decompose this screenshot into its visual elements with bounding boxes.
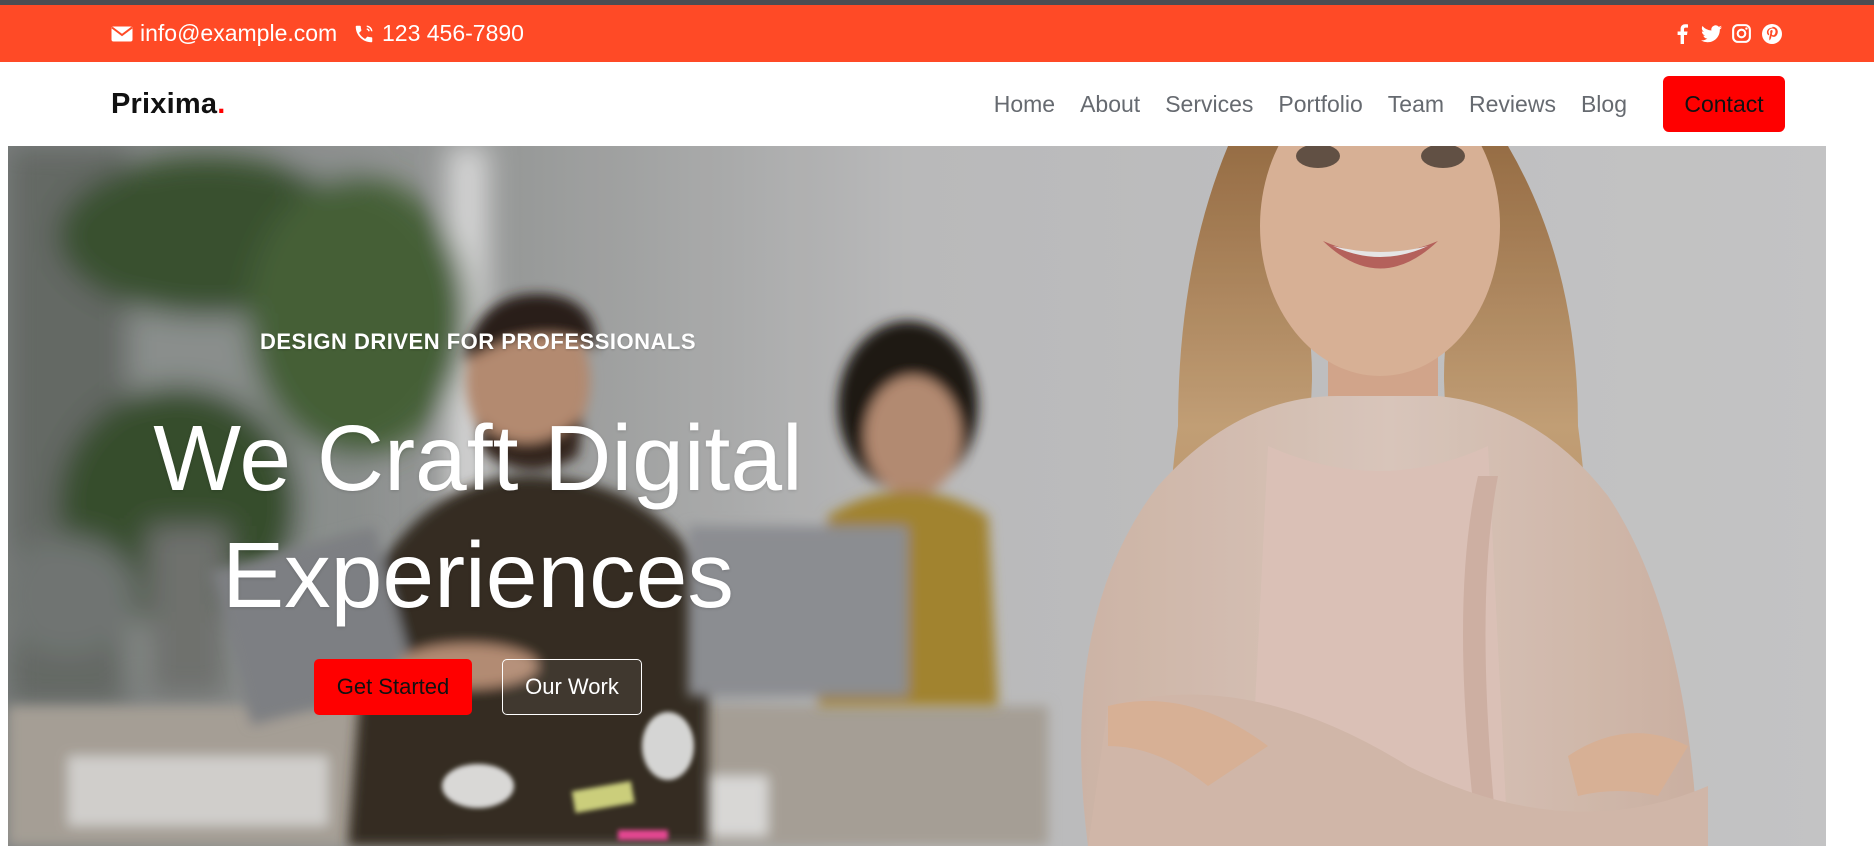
site-header: Prixima. Home About Services Portfolio T…	[0, 62, 1874, 146]
phone-contact[interactable]: 123 456-7890	[353, 5, 524, 62]
hero-headline: We Craft Digital Experiences	[8, 400, 948, 634]
facebook-icon[interactable]	[1671, 23, 1692, 44]
logo-text[interactable]: Prixima	[111, 88, 217, 121]
email-text[interactable]: info@example.com	[140, 20, 337, 47]
hero-cta-row: Get Started Our Work	[8, 659, 948, 715]
page-right-margin	[1826, 146, 1874, 846]
contact-button[interactable]: Contact	[1663, 76, 1785, 132]
social-links	[1671, 5, 1782, 62]
headline-line-1: We Craft Digital	[153, 406, 803, 510]
instagram-icon[interactable]	[1731, 23, 1752, 44]
hero-section: DESIGN DRIVEN FOR PROFESSIONALS We Craft…	[8, 146, 1826, 846]
phone-text[interactable]: 123 456-7890	[382, 20, 524, 47]
envelope-icon	[111, 26, 133, 42]
nav-blog[interactable]: Blog	[1581, 91, 1627, 118]
our-work-button[interactable]: Our Work	[502, 659, 642, 715]
get-started-button[interactable]: Get Started	[314, 659, 472, 715]
headline-line-2: Experiences	[222, 523, 734, 627]
site-logo[interactable]: Prixima.	[111, 62, 225, 146]
nav-team[interactable]: Team	[1388, 91, 1444, 118]
twitter-icon[interactable]	[1701, 23, 1722, 44]
pinterest-icon[interactable]	[1761, 23, 1782, 44]
hero-content: DESIGN DRIVEN FOR PROFESSIONALS We Craft…	[8, 146, 948, 846]
nav-services[interactable]: Services	[1165, 91, 1253, 118]
nav-portfolio[interactable]: Portfolio	[1278, 91, 1362, 118]
nav-about[interactable]: About	[1080, 91, 1140, 118]
nav-reviews[interactable]: Reviews	[1469, 91, 1556, 118]
nav-home[interactable]: Home	[994, 91, 1055, 118]
email-contact[interactable]: info@example.com	[111, 5, 337, 62]
main-nav: Home About Services Portfolio Team Revie…	[994, 62, 1874, 146]
hero-eyebrow: DESIGN DRIVEN FOR PROFESSIONALS	[260, 329, 696, 354]
phone-icon	[353, 23, 375, 45]
logo-dot: .	[217, 87, 226, 120]
top-contact-bar: info@example.com 123 456-7890	[0, 5, 1874, 62]
